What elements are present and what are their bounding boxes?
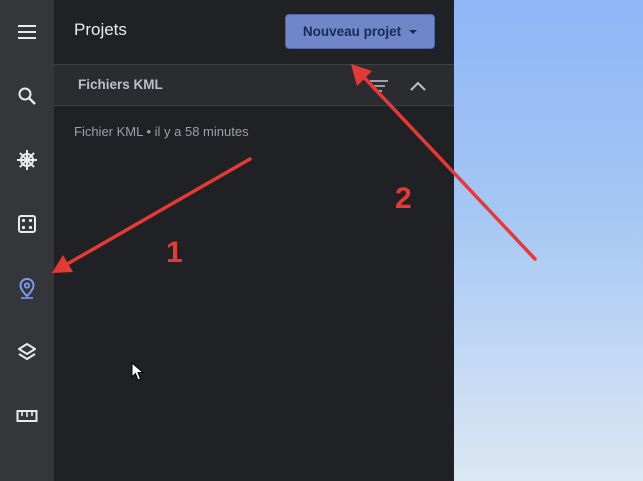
left-nav-rail	[0, 0, 54, 481]
voyager-button[interactable]	[0, 140, 54, 180]
menu-icon	[18, 25, 36, 39]
search-icon	[18, 87, 36, 105]
random-button[interactable]	[0, 204, 54, 244]
ship-wheel-icon	[17, 150, 37, 170]
projects-panel: Projets Nouveau projet Fichiers KML Fich…	[54, 0, 454, 481]
menu-button[interactable]	[0, 12, 54, 52]
new-project-label: Nouveau projet	[302, 24, 402, 39]
mouse-cursor-icon	[131, 362, 145, 381]
ruler-icon	[16, 410, 38, 422]
dice-icon	[18, 215, 36, 233]
search-button[interactable]	[0, 76, 54, 116]
kml-section-header[interactable]: Fichiers KML	[54, 64, 454, 106]
sort-button[interactable]	[368, 75, 390, 97]
layers-icon	[18, 343, 36, 360]
chevron-up-icon	[410, 81, 426, 91]
projects-button[interactable]	[0, 268, 54, 308]
dropdown-caret-icon	[409, 29, 418, 34]
measure-button[interactable]	[0, 396, 54, 436]
map-pin-icon	[19, 277, 35, 299]
map-style-button[interactable]	[0, 332, 54, 372]
annotation-label-1: 1	[166, 236, 183, 269]
section-title: Fichiers KML	[78, 77, 163, 92]
filter-sort-icon	[370, 80, 388, 92]
panel-title: Projets	[74, 20, 127, 39]
annotation-label-2: 2	[395, 182, 412, 215]
new-project-button[interactable]: Nouveau projet	[285, 14, 435, 49]
kml-file-item[interactable]: Fichier KML • il y a 58 minutes	[74, 124, 249, 139]
collapse-button[interactable]	[407, 75, 429, 97]
map-view[interactable]	[454, 0, 643, 481]
